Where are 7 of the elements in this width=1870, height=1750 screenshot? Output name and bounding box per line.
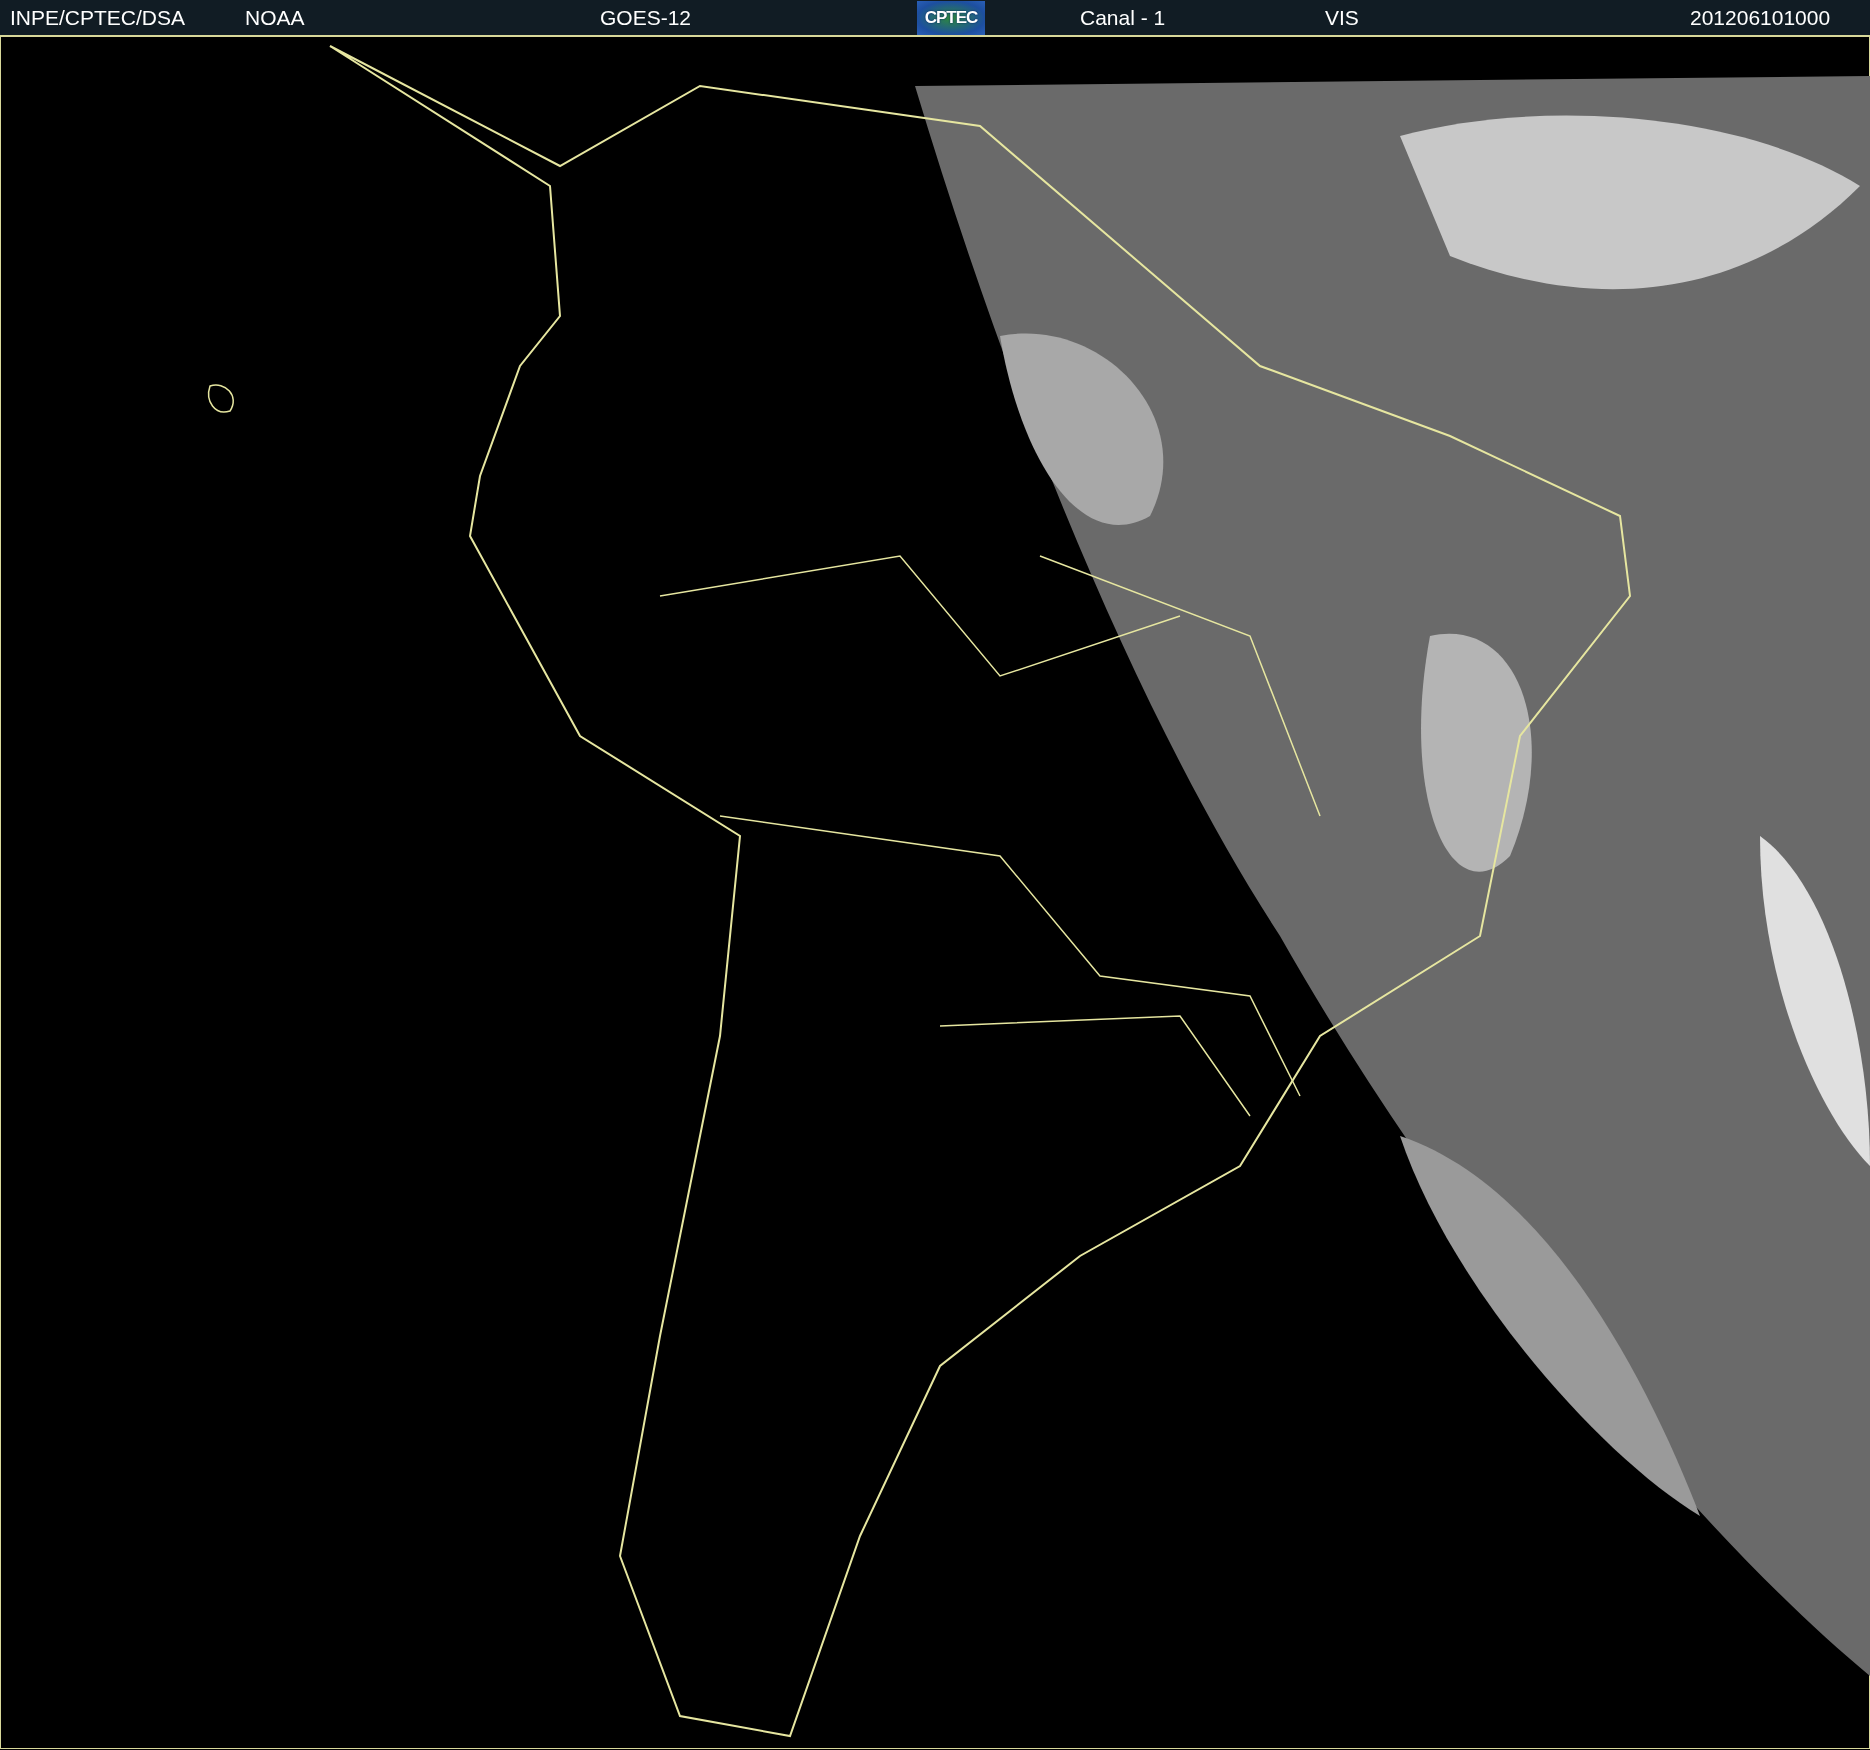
satellite-label: GOES-12 <box>600 7 692 28</box>
band-label: VIS <box>1325 7 1359 28</box>
channel-label: Canal - 1 <box>1080 7 1166 28</box>
agency-label: INPE/CPTEC/DSA <box>10 7 186 28</box>
timestamp-label: 201206101000 <box>1690 7 1831 28</box>
agency-label: NOAA <box>245 7 305 28</box>
logo: CPTEC <box>917 0 985 35</box>
